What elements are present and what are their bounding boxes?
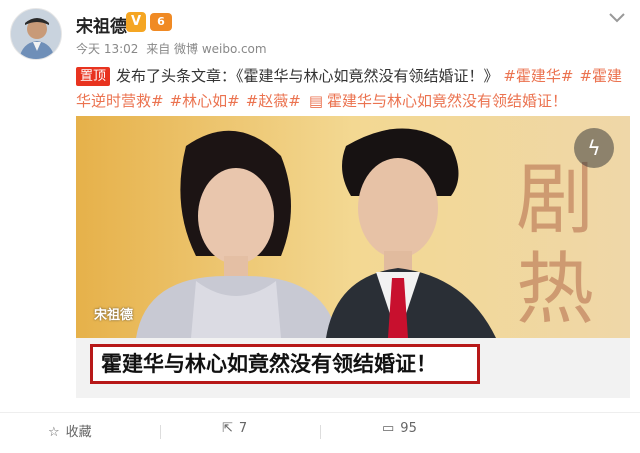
article-headline[interactable]: 霍建华与林心如竟然没有领结婚证！ — [90, 344, 480, 384]
share-icon: ⇱ — [222, 421, 233, 436]
share-count: 7 — [238, 421, 248, 436]
chevron-down-icon[interactable] — [608, 10, 626, 24]
comment-button[interactable]: ▭ 95 — [382, 421, 417, 436]
svg-text:剧: 剧 — [516, 155, 594, 245]
author-name[interactable]: 宋祖德 — [76, 12, 127, 37]
vip-badge: 6 — [150, 13, 172, 31]
action-bar: ☆ 收藏 ⇱ 7 ▭ 95 — [0, 412, 640, 453]
avatar[interactable] — [10, 8, 62, 60]
hashtag-4[interactable]: #赵薇# — [246, 92, 301, 110]
lightning-icon[interactable]: ϟ — [574, 128, 614, 168]
divider — [320, 425, 321, 439]
hashtag-1[interactable]: #霍建华# — [503, 67, 573, 85]
divider — [160, 425, 161, 439]
verified-badge: V — [126, 12, 146, 32]
favorite-button[interactable]: ☆ 收藏 — [48, 421, 92, 440]
article-card[interactable]: 剧 热 宋祖德 ϟ 霍建华与林心如竟然没有领结婚证！ — [76, 116, 630, 398]
watermark: 宋祖德 — [94, 308, 134, 323]
post-source[interactable]: 来自 微博 weibo.com — [146, 42, 266, 56]
star-icon: ☆ — [48, 425, 60, 440]
post-header: 宋祖德 V 6 今天 13:02 来自 微博 weibo.com — [0, 0, 640, 60]
favorite-label: 收藏 — [65, 425, 92, 440]
comment-count: 95 — [400, 421, 417, 436]
post-text-prefix: 发布了头条文章：《霍建华与林心如竟然没有领结婚证！》 — [116, 67, 499, 85]
pinned-badge: 置顶 — [76, 67, 111, 86]
article-link[interactable]: 霍建华与林心如竟然没有领结婚证！ — [327, 92, 567, 110]
comment-icon: ▭ — [382, 421, 395, 436]
article-image[interactable]: 剧 热 — [76, 116, 630, 338]
svg-text:热: 热 — [516, 245, 594, 335]
post-time: 今天 13:02 — [76, 42, 139, 56]
document-icon: ▤ — [308, 92, 324, 110]
post-text: 置顶 发布了头条文章：《霍建华与林心如竟然没有领结婚证！》 #霍建华# #霍建华逆时… — [76, 64, 630, 114]
hashtag-3[interactable]: #林心如# — [170, 92, 240, 110]
share-button[interactable]: ⇱ 7 — [222, 421, 247, 436]
post-meta: 今天 13:02 来自 微博 weibo.com — [76, 40, 271, 57]
